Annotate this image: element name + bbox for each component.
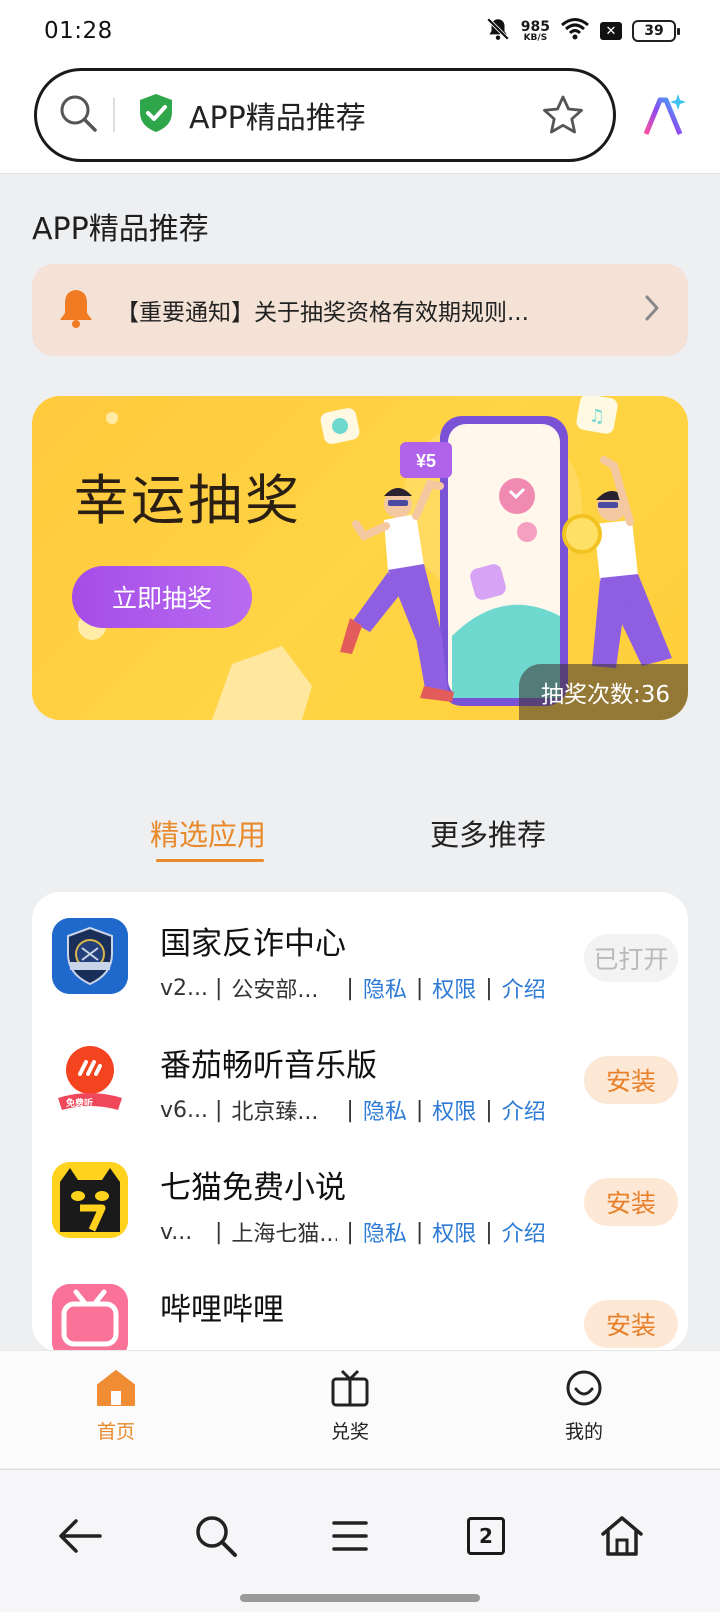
sim-x-icon: ✕ [600, 22, 622, 40]
tab-selected-apps[interactable]: 精选应用 [150, 812, 266, 854]
app-developer: 北京臻... [231, 1100, 319, 1125]
search-icon[interactable] [57, 92, 99, 138]
home-icon[interactable] [592, 1506, 652, 1566]
status-icons: 985 KB/S ✕ 39 [485, 16, 680, 46]
list-item[interactable]: 国家反诈中心 v2... | 公安部... | 隐私 | 权限 | 介绍 已打开 [32, 896, 688, 1020]
tabs-icon[interactable]: 2 [456, 1506, 516, 1566]
page-bottom-nav: 首页 兑奖 我的 [0, 1350, 720, 1468]
app-version: v2... [160, 975, 206, 1001]
battery-icon: 39 [632, 20, 680, 42]
search-icon[interactable] [186, 1506, 246, 1566]
home-filled-icon[interactable] [96, 1369, 136, 1411]
list-item[interactable]: 免费听 番茄畅听音乐版 v6... | 北京臻... | 隐私 | 权限 | 介… [32, 1018, 688, 1142]
tomato-music-app-icon[interactable]: 免费听 [52, 1040, 128, 1116]
browser-toolbar: 2 [0, 1469, 720, 1612]
nav-redeem[interactable]: 兑奖 [290, 1369, 410, 1444]
app-developer: 上海七猫... [231, 1222, 338, 1247]
intro-link[interactable]: 介绍 [502, 972, 546, 1004]
svg-text:♫: ♫ [589, 406, 605, 427]
app-version: v... [160, 1219, 193, 1245]
chevron-right-icon[interactable] [642, 293, 662, 327]
app-name[interactable]: 番茄畅听音乐版 [160, 1040, 377, 1085]
shield-check-icon [137, 92, 175, 138]
app-icon-badge: 免费听 [66, 1099, 94, 1109]
tab-count[interactable]: 2 [467, 1517, 505, 1555]
anti-fraud-app-icon[interactable] [52, 918, 128, 994]
install-button[interactable]: 安装 [584, 1300, 678, 1348]
wifi-icon [560, 17, 590, 45]
net-speed: 985 KB/S [521, 20, 550, 43]
tv-gift-icon[interactable] [330, 1369, 370, 1411]
notice-bar[interactable]: 【重要通知】关于抽奖资格有效期规则... [32, 264, 688, 356]
intro-link[interactable]: 介绍 [502, 1094, 546, 1126]
address-bar[interactable]: APP精品推荐 [34, 68, 616, 162]
nav-mine[interactable]: 我的 [524, 1369, 644, 1444]
app-developer: 公安部... [231, 978, 319, 1003]
nav-home[interactable]: 首页 [56, 1369, 176, 1444]
install-button[interactable]: 安装 [584, 1056, 678, 1104]
nav-mine-label: 我的 [564, 1421, 603, 1443]
app-name[interactable]: 国家反诈中心 [160, 918, 346, 963]
list-item[interactable]: 哔哩哔哩 安装 [32, 1262, 688, 1352]
nav-redeem-label: 兑奖 [330, 1421, 369, 1443]
app-version: v6... [160, 1097, 206, 1123]
smile-icon[interactable] [564, 1369, 604, 1411]
battery-level: 39 [644, 23, 664, 39]
install-button[interactable]: 安装 [584, 1178, 678, 1226]
tab-active-indicator [156, 859, 264, 862]
app-meta: v2... | 公安部... | 隐私 | 权限 | 介绍 [160, 972, 546, 1004]
mute-icon [485, 16, 511, 46]
recommend-tabs: 精选应用 更多推荐 [0, 812, 720, 872]
star-icon[interactable] [541, 94, 585, 136]
status-time: 01:28 [44, 18, 113, 44]
net-speed-value: 985 [520, 18, 550, 35]
app-list: 国家反诈中心 v2... | 公安部... | 隐私 | 权限 | 介绍 已打开… [32, 892, 688, 1352]
list-item[interactable]: 七猫免费小说 v... | 上海七猫... | 隐私 | 权限 | 介绍 安装 [32, 1140, 688, 1264]
ai-assistant-icon[interactable] [640, 92, 688, 144]
back-arrow-icon[interactable] [50, 1506, 110, 1566]
menu-icon[interactable] [320, 1506, 380, 1566]
nav-home-label: 首页 [96, 1421, 135, 1443]
app-name[interactable]: 哔哩哔哩 [160, 1284, 284, 1329]
privacy-link[interactable]: 隐私 [363, 1216, 407, 1248]
notice-text[interactable]: 【重要通知】关于抽奖资格有效期规则... [116, 293, 642, 327]
app-meta: v6... | 北京臻... | 隐私 | 权限 | 介绍 [160, 1094, 546, 1126]
intro-link[interactable]: 介绍 [502, 1216, 546, 1248]
bell-icon [56, 287, 96, 333]
banner-title: 幸运抽奖 [74, 469, 302, 532]
draw-count-badge: 抽奖次数:36 [518, 664, 688, 720]
home-indicator[interactable] [240, 1594, 480, 1602]
permission-link[interactable]: 权限 [432, 1094, 476, 1126]
permission-link[interactable]: 权限 [432, 1216, 476, 1248]
app-meta: v... | 上海七猫... | 隐私 | 权限 | 介绍 [160, 1216, 546, 1248]
lucky-draw-banner[interactable]: ¥5 ♫ 幸运抽奖 立即抽奖 抽奖次数:36 [32, 396, 688, 720]
price-tag: ¥5 [416, 451, 436, 471]
tab-more-recommend[interactable]: 更多推荐 [430, 812, 546, 854]
privacy-link[interactable]: 隐私 [363, 972, 407, 1004]
address-area: APP精品推荐 [0, 62, 720, 174]
opened-button[interactable]: 已打开 [584, 934, 678, 982]
permission-link[interactable]: 权限 [432, 972, 476, 1004]
page-title: APP精品推荐 [32, 212, 209, 247]
status-bar: 01:28 985 KB/S ✕ 39 [0, 0, 720, 62]
privacy-link[interactable]: 隐私 [363, 1094, 407, 1126]
bilibili-app-icon[interactable] [52, 1284, 128, 1352]
address-divider [113, 98, 115, 132]
app-name[interactable]: 七猫免费小说 [160, 1162, 346, 1207]
qimao-novel-app-icon[interactable] [52, 1162, 128, 1238]
address-title[interactable]: APP精品推荐 [189, 93, 541, 137]
draw-now-button[interactable]: 立即抽奖 [72, 566, 252, 628]
net-speed-unit: KB/S [523, 32, 548, 43]
